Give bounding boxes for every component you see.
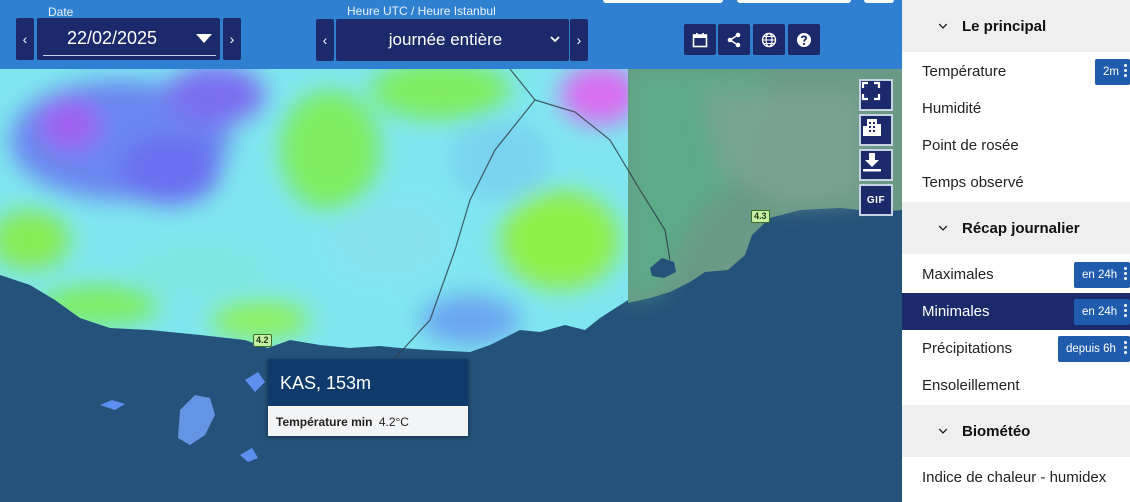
more-icon [1124,341,1127,356]
download-button[interactable] [859,149,893,181]
date-value: 22/02/2025 [66,28,158,48]
date-picker[interactable]: 22/02/2025 [37,18,220,60]
sidebar-item-label: Temps observé [922,174,1024,191]
section-title: Récap journalier [962,219,1080,237]
fullscreen-icon [861,81,881,101]
sidebar-item-label: Indice de chaleur - humidex [922,469,1107,486]
more-icon [1124,64,1127,79]
date-label: Date [48,5,74,19]
sidebar-item-label: Température [922,63,1007,80]
chevron-left-icon: ‹ [22,31,28,47]
sidebar-item-sunshine[interactable]: Ensoleillement [902,367,1130,404]
period-select[interactable]: journée entière [336,19,569,61]
sidebar-item-label: Précipitations [922,340,1013,357]
date-underline [43,55,216,56]
globe-button[interactable] [753,24,785,55]
calendar-button[interactable] [684,24,716,55]
period-badge[interactable]: depuis 6h [1058,336,1130,362]
badge-label: depuis 6h [1066,343,1116,355]
section-header-recap[interactable]: Récap journalier [902,202,1130,254]
sidebar-item-dewpoint[interactable]: Point de rosée [902,127,1130,164]
period-prev-button[interactable]: ‹ [316,19,334,61]
section-header-biometeo[interactable]: Biométéo [902,405,1130,457]
badge-label: 2m [1103,66,1119,78]
help-button[interactable] [788,24,820,55]
globe-icon [761,32,777,47]
height-badge[interactable]: 2m [1095,59,1130,85]
period-next-button[interactable]: › [570,19,588,61]
popup-key: Température min [276,415,373,429]
chevron-right-icon: › [229,31,235,47]
road-badge: 4.3 [751,210,770,223]
chevron-down-icon [938,23,948,29]
sidebar-item-observed-weather[interactable]: Temps observé [902,164,1130,201]
help-icon [797,32,811,47]
sidebar-item-label: Minimales [922,303,990,320]
buildings-icon [863,119,881,136]
chevron-down-icon [550,36,560,43]
top-tab-edge [864,0,894,3]
popup-title: KAS, 153m [268,359,468,406]
period-value: journée entière [388,30,503,49]
sidebar-item-label: Maximales [922,266,994,283]
road-badge: 4.2 [253,334,272,347]
chevron-right-icon: › [576,32,582,48]
gif-label: GIF [866,194,886,206]
sidebar-item-label: Point de rosée [922,137,1019,154]
calendar-icon [692,32,708,47]
more-icon [1124,304,1127,319]
share-button[interactable] [718,24,750,55]
sidebar-item-label: Humidité [922,100,982,117]
section-title: Le principal [962,17,1047,35]
download-icon [863,153,881,172]
period-badge[interactable]: en 24h [1074,299,1130,325]
section-title: Biométéo [962,422,1031,440]
location-popup: KAS, 153m Température min 4.2°C [268,359,468,436]
buildings-button[interactable] [859,114,893,146]
chevron-down-icon [938,428,948,434]
caret-down-icon [196,34,212,43]
badge-label: en 24h [1082,269,1118,281]
layer-sidebar: Le principal Température 2m Humidité Poi… [902,0,1130,502]
gif-button[interactable]: GIF [859,184,893,216]
top-toolbar: Date ‹ 22/02/2025 › Heure UTC / Heure Is… [0,0,902,69]
popup-value: 4.2°C [378,415,409,429]
more-icon [1124,267,1127,282]
top-tab-edge [737,0,851,3]
chevron-left-icon: ‹ [322,32,328,48]
date-prev-button[interactable]: ‹ [16,18,34,60]
sidebar-item-humidex[interactable]: Indice de chaleur - humidex [902,459,1130,496]
sidebar-item-label: Ensoleillement [922,377,1020,394]
chevron-down-icon [938,225,948,231]
sidebar-item-humidity[interactable]: Humidité [902,90,1130,127]
date-next-button[interactable]: › [223,18,241,60]
badge-label: en 24h [1082,306,1118,318]
popup-body: Température min 4.2°C [268,406,468,436]
fullscreen-button[interactable] [859,79,893,111]
top-tab-edge [603,0,723,3]
weather-map[interactable]: 4.2 4.3 GIF KAS, 153m Température min 4.… [0,0,902,502]
time-label: Heure UTC / Heure Istanbul [347,4,496,18]
period-badge[interactable]: en 24h [1074,262,1130,288]
share-icon [727,32,741,47]
section-header-principal[interactable]: Le principal [902,0,1130,52]
